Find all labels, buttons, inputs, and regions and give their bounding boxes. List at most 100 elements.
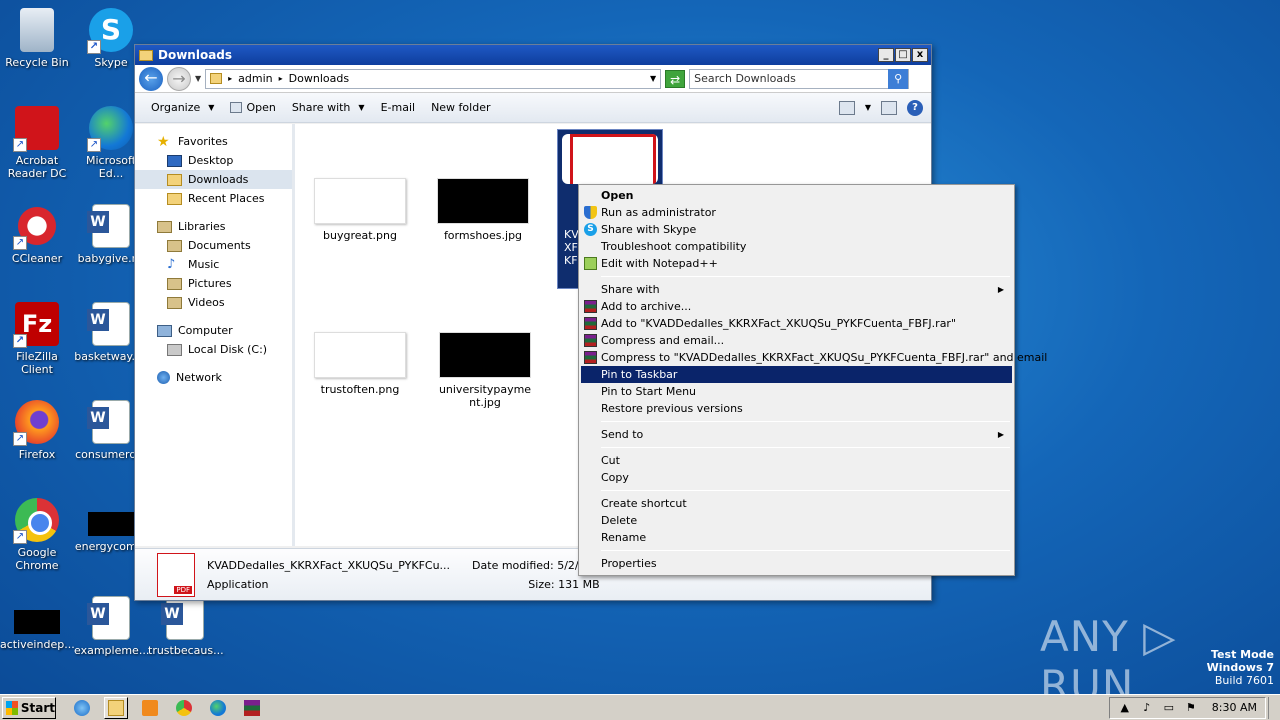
- word-document-icon: [161, 596, 204, 640]
- nav-music[interactable]: ♪ Music: [135, 255, 292, 274]
- change-view-icon[interactable]: [838, 100, 855, 115]
- menu-properties[interactable]: Properties: [581, 555, 1012, 572]
- pdf-file-icon: [157, 552, 195, 597]
- address-field[interactable]: ▸ admin ▸ Downloads ▼: [205, 68, 662, 89]
- taskbar-media-player[interactable]: [138, 697, 162, 719]
- menu-run-as-admin[interactable]: Run as administrator: [581, 204, 1012, 221]
- menu-pin-to-taskbar[interactable]: Pin to Taskbar: [581, 366, 1012, 383]
- desktop-icon-filezilla[interactable]: Fz FileZilla Client: [0, 302, 74, 376]
- maximize-button[interactable]: □: [895, 48, 911, 62]
- address-dropdown-icon[interactable]: ▼: [650, 74, 656, 83]
- test-mode-notice: Test Mode Windows 7 Build 7601: [1206, 648, 1274, 687]
- chrome-icon: [13, 498, 59, 544]
- nav-downloads[interactable]: Downloads: [135, 170, 292, 189]
- nav-libraries[interactable]: Libraries: [135, 217, 292, 236]
- nav-desktop[interactable]: Desktop: [135, 151, 292, 170]
- file-item[interactable]: universitypayment.jpg: [428, 332, 542, 409]
- menu-add-to-archive[interactable]: Add to archive...: [581, 298, 1012, 315]
- menu-rename[interactable]: Rename: [581, 529, 1012, 546]
- menu-edit-notepadpp[interactable]: Edit with Notepad++: [581, 255, 1012, 272]
- file-item[interactable]: trustoften.png: [305, 332, 415, 396]
- menu-create-shortcut[interactable]: Create shortcut: [581, 495, 1012, 512]
- menu-delete[interactable]: Delete: [581, 512, 1012, 529]
- search-input[interactable]: Search Downloads ⚲: [689, 68, 910, 89]
- help-icon[interactable]: ?: [907, 99, 923, 116]
- context-menu: Open Run as administrator S Share with Sk…: [578, 184, 1047, 576]
- forward-button[interactable]: →: [167, 66, 191, 91]
- taskbar-explorer[interactable]: [104, 696, 128, 719]
- desktop-icon-ccleaner[interactable]: CCleaner: [0, 204, 74, 265]
- refresh-button[interactable]: ⇄: [665, 69, 686, 88]
- back-button[interactable]: ←: [139, 66, 163, 91]
- nav-documents[interactable]: Documents: [135, 236, 292, 255]
- start-button[interactable]: Start: [2, 696, 56, 719]
- chevron-right-icon[interactable]: ▸: [279, 74, 283, 83]
- new-folder-button[interactable]: New folder: [423, 101, 498, 114]
- chrome-icon: [176, 699, 192, 716]
- menu-share-with[interactable]: Share with ▶: [581, 281, 1012, 298]
- folder-icon: [139, 49, 153, 61]
- folder-icon: [210, 73, 223, 84]
- nav-network[interactable]: Network: [135, 368, 292, 387]
- desktop-icon-trustbecaus[interactable]: trustbecaus...: [148, 596, 224, 657]
- taskbar-winrar[interactable]: [240, 697, 264, 719]
- show-hidden-icons-icon[interactable]: ▲: [1118, 701, 1132, 715]
- close-button[interactable]: x: [912, 48, 928, 62]
- flag-icon[interactable]: ⚑: [1184, 701, 1198, 715]
- edge-icon: [210, 699, 226, 716]
- breadcrumb-admin[interactable]: admin: [238, 72, 272, 85]
- desktop-icon-exampleme[interactable]: exampleme...: [74, 596, 149, 657]
- taskbar-edge[interactable]: [206, 697, 230, 719]
- star-icon: ★: [157, 133, 170, 150]
- file-item[interactable]: formshoes.jpg: [428, 178, 538, 242]
- desktop-icon-chrome[interactable]: Google Chrome: [0, 498, 74, 572]
- desktop-icon-recycle-bin[interactable]: Recycle Bin: [0, 8, 74, 69]
- menu-compress-to-rar-email[interactable]: Compress to "KVADDedalles_KKRXFact_XKUQS…: [581, 349, 1047, 366]
- desktop-icon-activeindep[interactable]: activeindep...: [0, 596, 75, 651]
- view-dropdown-icon[interactable]: ▼: [865, 103, 871, 112]
- taskbar-ie[interactable]: [70, 697, 94, 719]
- minimize-button[interactable]: _: [878, 48, 894, 62]
- submenu-arrow-icon: ▶: [997, 430, 1004, 439]
- menu-compress-email[interactable]: Compress and email...: [581, 332, 1012, 349]
- taskbar-chrome[interactable]: [172, 697, 196, 719]
- title-bar[interactable]: Downloads _ □ x: [135, 45, 931, 65]
- breadcrumb-downloads[interactable]: Downloads: [289, 72, 349, 85]
- open-button[interactable]: Open: [222, 101, 283, 114]
- nav-local-disk[interactable]: Local Disk (C:): [135, 340, 292, 359]
- chevron-down-icon: ▼: [208, 103, 215, 112]
- nav-videos[interactable]: Videos: [135, 293, 292, 312]
- menu-send-to[interactable]: Send to ▶: [581, 426, 1012, 443]
- menu-pin-to-start[interactable]: Pin to Start Menu: [581, 383, 1012, 400]
- desktop-icon-acrobat[interactable]: Acrobat Reader DC: [0, 106, 74, 180]
- menu-restore-previous[interactable]: Restore previous versions: [581, 400, 1012, 417]
- menu-copy[interactable]: Copy: [581, 469, 1012, 486]
- organize-button[interactable]: Organize ▼: [143, 101, 222, 114]
- network-icon[interactable]: ▭: [1162, 701, 1176, 715]
- email-button[interactable]: E-mail: [373, 101, 424, 114]
- file-item[interactable]: buygreat.png: [305, 178, 415, 242]
- menu-share-with-skype[interactable]: S Share with Skype: [581, 221, 1012, 238]
- clock[interactable]: 8:30 AM: [1212, 701, 1257, 714]
- search-icon[interactable]: ⚲: [888, 68, 909, 89]
- file-thumbnail-icon: [88, 512, 134, 536]
- window-title: Downloads: [158, 48, 233, 62]
- menu-open[interactable]: Open: [581, 187, 1012, 204]
- nav-pictures[interactable]: Pictures: [135, 274, 292, 293]
- nav-computer[interactable]: Computer: [135, 321, 292, 340]
- share-with-button[interactable]: Share with ▼: [284, 101, 373, 114]
- nav-recent-places[interactable]: Recent Places: [135, 189, 292, 208]
- menu-troubleshoot[interactable]: Troubleshoot compatibility: [581, 238, 1012, 255]
- skype-icon: S: [584, 223, 597, 236]
- image-thumbnail: [437, 178, 529, 224]
- show-desktop-button[interactable]: [1268, 696, 1280, 719]
- preview-pane-icon[interactable]: [881, 100, 897, 115]
- skype-icon: S: [87, 8, 133, 54]
- volume-icon[interactable]: ♪: [1140, 701, 1154, 715]
- nav-favorites[interactable]: ★ Favorites: [135, 132, 292, 151]
- menu-cut[interactable]: Cut: [581, 452, 1012, 469]
- recent-pages-dropdown[interactable]: ▼: [195, 74, 201, 83]
- menu-add-to-rar[interactable]: Add to "KVADDedalles_KKRXFact_XKUQSu_PYK…: [581, 315, 1012, 332]
- chevron-right-icon[interactable]: ▸: [228, 74, 232, 83]
- desktop-icon-firefox[interactable]: Firefox: [0, 400, 74, 461]
